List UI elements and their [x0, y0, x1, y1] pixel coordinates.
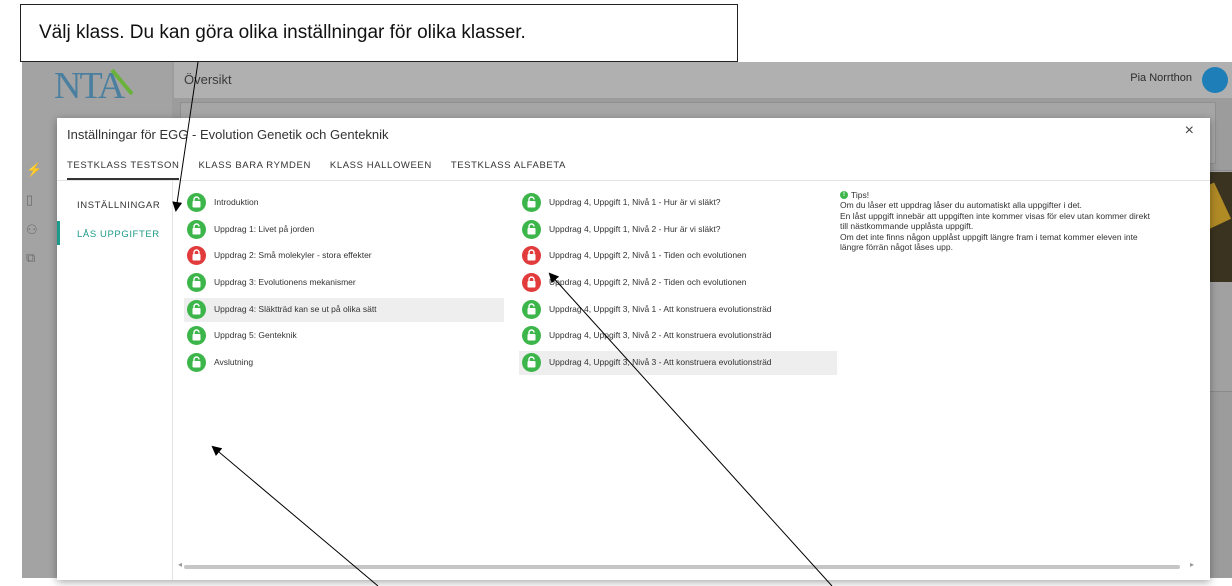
- document-icon[interactable]: ▯: [26, 192, 40, 207]
- lock-closed-icon[interactable]: [522, 273, 541, 293]
- task-label: Uppdrag 3: Evolutionens mekanismer: [214, 277, 356, 288]
- lock-closed-icon[interactable]: [522, 246, 541, 266]
- tab-klass-halloween[interactable]: KLASS HALLOWEEN: [330, 158, 432, 180]
- task-row[interactable]: Uppdrag 2: Små molekyler - stora effekte…: [184, 244, 504, 268]
- task-label: Uppdrag 5: Genteknik: [214, 330, 297, 341]
- export-icon[interactable]: ⧉: [26, 250, 40, 265]
- task-label: Uppdrag 4, Uppgift 1, Nivå 1 - Hur är vi…: [549, 197, 721, 207]
- modal-title: Inställningar för EGG - Evolution Geneti…: [67, 127, 389, 142]
- task-label: Uppdrag 4, Uppgift 2, Nivå 2 - Tiden och…: [549, 277, 747, 288]
- scroll-right-icon[interactable]: ▸: [1190, 560, 1194, 569]
- task-row[interactable]: Uppdrag 1: Livet på jorden: [184, 218, 504, 242]
- tips-line: Om du låser ett uppdrag låser du automat…: [840, 200, 1082, 211]
- task-label: Uppdrag 4, Uppgift 1, Nivå 2 - Hur är vi…: [549, 223, 721, 234]
- lock-open-icon[interactable]: [187, 353, 206, 373]
- tab-klass-bara-rymden[interactable]: KLASS BARA RYMDEN: [198, 158, 310, 180]
- close-icon[interactable]: ×: [1185, 122, 1194, 140]
- task-row[interactable]: Uppdrag 3: Evolutionens mekanismer: [184, 271, 504, 295]
- task-row[interactable]: Uppdrag 5: Genteknik: [184, 324, 504, 348]
- task-label: Uppdrag 4, Uppgift 3, Nivå 1 - Att konst…: [549, 303, 772, 314]
- task-row[interactable]: Uppdrag 4, Uppgift 3, Nivå 3 - Att konst…: [519, 351, 837, 376]
- lock-open-icon[interactable]: [187, 273, 206, 293]
- mission-list: Introduktion Uppdrag 1: Livet på jorden Up…: [184, 191, 504, 378]
- lock-open-icon[interactable]: [522, 326, 541, 346]
- task-label: Uppdrag 4: Släktträd kan se ut på olika …: [214, 303, 377, 314]
- task-row[interactable]: Uppdrag 4: Släktträd kan se ut på olika …: [184, 297, 504, 322]
- lock-open-icon[interactable]: [187, 219, 206, 239]
- task-row[interactable]: Introduktion: [184, 191, 504, 215]
- task-label: Introduktion: [214, 197, 259, 207]
- lock-open-icon[interactable]: [522, 299, 541, 319]
- header-title: Översikt: [184, 72, 232, 87]
- tips-line: En låst uppgift innebär att uppgiften in…: [840, 210, 1150, 232]
- lock-open-icon[interactable]: [187, 299, 206, 319]
- settings-side-menu: INSTÄLLNINGAR LÅS UPPGIFTER: [57, 181, 173, 580]
- tips-line: Om det inte finns någon upplåst uppgift …: [840, 231, 1138, 253]
- side-item-las-uppgifter[interactable]: LÅS UPPGIFTER: [77, 229, 160, 240]
- annotation-callout: Välj klass. Du kan göra olika inställnin…: [20, 4, 738, 62]
- task-row[interactable]: Uppdrag 4, Uppgift 3, Nivå 1 - Att konst…: [519, 298, 837, 322]
- scroll-left-icon[interactable]: ◂: [178, 560, 182, 569]
- avatar[interactable]: [1202, 67, 1228, 93]
- tab-testklass-testson[interactable]: TESTKLASS TESTSON: [67, 158, 180, 180]
- task-row[interactable]: Uppdrag 4, Uppgift 3, Nivå 2 - Att konst…: [519, 324, 837, 348]
- settings-modal: Inställningar för EGG - Evolution Geneti…: [57, 118, 1210, 580]
- horizontal-scrollbar[interactable]: ◂ ▸: [178, 560, 1194, 569]
- task-row[interactable]: Uppdrag 4, Uppgift 1, Nivå 2 - Hur är vi…: [519, 218, 837, 242]
- task-row[interactable]: Uppdrag 4, Uppgift 2, Nivå 2 - Tiden och…: [519, 271, 837, 295]
- lock-open-icon[interactable]: [187, 326, 206, 346]
- task-row[interactable]: Avslutning: [184, 351, 504, 375]
- task-label: Uppdrag 4, Uppgift 2, Nivå 1 - Tiden och…: [549, 250, 747, 261]
- nta-logo: NTA: [54, 65, 134, 104]
- task-row[interactable]: Uppdrag 4, Uppgift 2, Nivå 1 - Tiden och…: [519, 244, 837, 268]
- task-list: Uppdrag 4, Uppgift 1, Nivå 1 - Hur är vi…: [519, 191, 837, 378]
- info-icon: !: [840, 191, 848, 200]
- tips-heading: Tips!: [851, 190, 870, 200]
- class-tabs: TESTKLASS TESTSON KLASS BARA RYMDEN KLAS…: [67, 158, 585, 180]
- tab-testklass-alfabeta[interactable]: TESTKLASS ALFABETA: [451, 158, 566, 180]
- side-item-installningar[interactable]: INSTÄLLNINGAR: [77, 200, 160, 211]
- users-icon[interactable]: ⚇: [26, 222, 40, 237]
- active-indicator: [57, 221, 60, 245]
- lock-open-icon[interactable]: [522, 193, 541, 212]
- task-label: Uppdrag 2: Små molekyler - stora effekte…: [214, 250, 372, 261]
- lock-open-icon[interactable]: [187, 193, 206, 212]
- task-row[interactable]: Uppdrag 4, Uppgift 1, Nivå 1 - Hur är vi…: [519, 191, 837, 215]
- callout-text: Välj klass. Du kan göra olika inställnin…: [39, 22, 526, 43]
- task-label: Uppdrag 1: Livet på jorden: [214, 223, 315, 234]
- lock-open-icon[interactable]: [522, 353, 541, 373]
- lightning-icon[interactable]: ⚡: [26, 162, 42, 177]
- tips-panel: ! Tips! Om du låser ett uppdrag låser du …: [840, 190, 1160, 252]
- task-label: Uppdrag 4, Uppgift 3, Nivå 2 - Att konst…: [549, 330, 772, 341]
- task-label: Avslutning: [214, 357, 254, 368]
- lock-open-icon[interactable]: [522, 219, 541, 239]
- lock-closed-icon[interactable]: [187, 246, 206, 266]
- task-label: Uppdrag 4, Uppgift 3, Nivå 3 - Att konst…: [549, 357, 772, 368]
- app-header: Översikt Pia Norrthon: [174, 62, 1232, 98]
- tab-divider: [57, 180, 1210, 181]
- user-name[interactable]: Pia Norrthon: [1130, 72, 1192, 84]
